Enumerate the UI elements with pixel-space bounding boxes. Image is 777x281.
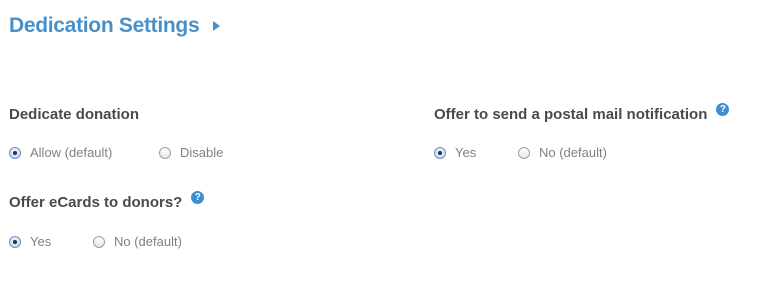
- ecards-section: Offer eCards to donors? ? Yes No (defaul…: [9, 191, 205, 249]
- page-title: Dedication Settings: [9, 14, 200, 37]
- postal-mail-options: Yes No (default): [434, 145, 729, 160]
- postal-yes-label: Yes: [455, 145, 477, 160]
- dedicate-donation-label: Dedicate donation: [9, 106, 223, 123]
- postal-mail-label-text: Offer to send a postal mail notification: [434, 106, 708, 123]
- postal-mail-label: Offer to send a postal mail notification…: [434, 103, 730, 123]
- postal-no-option[interactable]: No (default): [518, 145, 607, 160]
- ecards-yes-radio[interactable]: [9, 235, 21, 248]
- dedicate-disable-radio[interactable]: [159, 146, 171, 159]
- dedicate-disable-label: Disable: [180, 145, 224, 160]
- postal-no-label: No (default): [539, 145, 607, 160]
- postal-no-radio[interactable]: [518, 146, 530, 159]
- dedicate-allow-label: Allow (default): [30, 145, 113, 160]
- dedicate-donation-section: Dedicate donation Allow (default) Disabl…: [9, 106, 223, 160]
- ecards-no-label: No (default): [114, 234, 182, 249]
- help-icon[interactable]: ?: [716, 103, 730, 116]
- ecards-yes-label: Yes: [30, 234, 52, 249]
- expand-arrow-icon[interactable]: [213, 21, 221, 31]
- ecards-options: Yes No (default): [9, 234, 204, 249]
- ecards-no-option[interactable]: No (default): [93, 234, 182, 249]
- dedicate-disable-option[interactable]: Disable: [159, 145, 223, 160]
- ecards-yes-option[interactable]: Yes: [9, 234, 93, 249]
- postal-mail-section: Offer to send a postal mail notification…: [434, 103, 730, 160]
- dedicate-donation-options: Allow (default) Disable: [9, 145, 223, 160]
- ecards-label: Offer eCards to donors? ?: [9, 191, 205, 211]
- ecards-no-radio[interactable]: [93, 235, 105, 248]
- dedicate-allow-option[interactable]: Allow (default): [9, 145, 159, 160]
- help-icon[interactable]: ?: [191, 191, 205, 204]
- postal-yes-option[interactable]: Yes: [434, 145, 518, 160]
- dedicate-allow-radio[interactable]: [9, 146, 21, 159]
- postal-yes-radio[interactable]: [434, 146, 446, 159]
- dedicate-donation-label-text: Dedicate donation: [9, 106, 140, 123]
- page-header: Dedication Settings: [9, 14, 221, 38]
- ecards-label-text: Offer eCards to donors?: [9, 194, 183, 211]
